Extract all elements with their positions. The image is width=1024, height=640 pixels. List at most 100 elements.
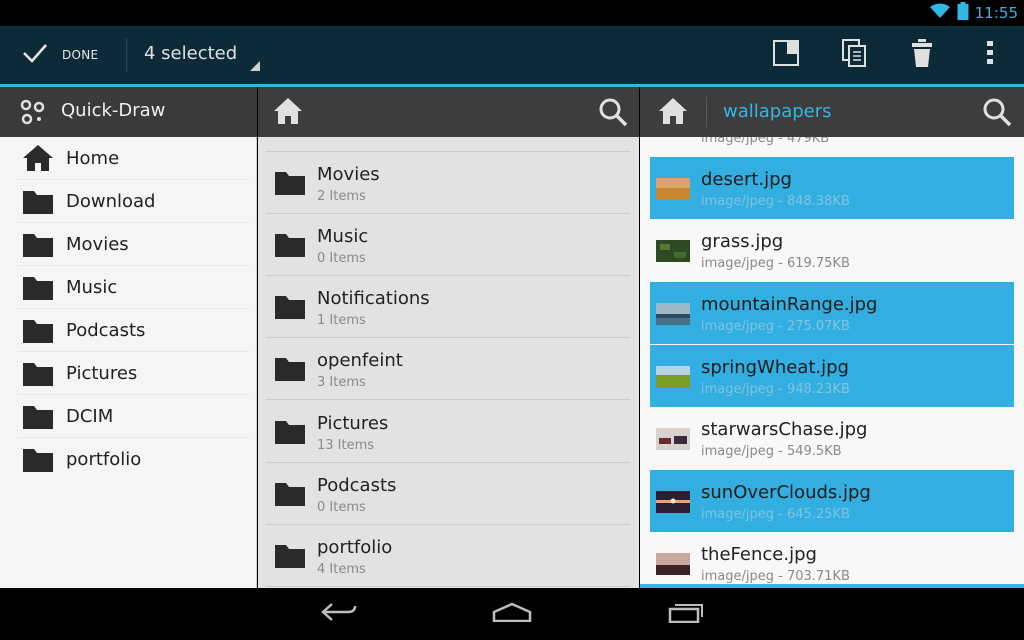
folder-name: openfeint <box>317 350 403 371</box>
system-navigation-bar <box>0 588 1024 640</box>
folder-icon <box>22 316 54 348</box>
image-thumbnail <box>656 366 690 388</box>
list-item[interactable]: Movies 2 Items <box>266 152 630 214</box>
list-item[interactable]: mountainRange.jpg image/jpeg - 275.07KB <box>650 282 1014 344</box>
folder-name: Music <box>317 226 369 247</box>
battery-icon <box>957 2 969 24</box>
file-name: springWheat.jpg <box>701 357 849 378</box>
file-meta: image/jpeg - 645.25KB <box>701 507 850 522</box>
sidebar-item-music[interactable]: Music <box>0 266 256 309</box>
sidebar-item-home[interactable]: Home <box>0 137 256 180</box>
copy-button[interactable] <box>833 34 875 76</box>
list-item[interactable]: theFence.jpg image/jpeg - 703.71KB <box>650 532 1014 588</box>
list-item[interactable]: desert.jpg image/jpeg - 848.38KB <box>650 157 1014 219</box>
sidebar-item-dcim[interactable]: DCIM <box>0 395 256 438</box>
app-title: Quick-Draw <box>61 100 166 121</box>
list-item[interactable]: Pictures 13 Items <box>266 401 630 463</box>
breadcrumb[interactable]: wallapapers <box>723 101 832 122</box>
sidebar-item-label: Pictures <box>66 363 138 384</box>
file-name: grass.jpg <box>701 231 784 252</box>
search-icon[interactable] <box>598 97 628 131</box>
list-item[interactable]: Podcasts 0 Items <box>266 463 630 525</box>
back-icon <box>320 602 358 626</box>
sidebar-item-label: portfolio <box>66 449 142 470</box>
file-name: desert.jpg <box>701 169 792 190</box>
sidebar-item-label: Download <box>66 191 156 212</box>
file-meta: image/jpeg - 275.07KB <box>701 319 850 334</box>
home-outline-icon <box>492 602 532 626</box>
folder-icon <box>274 354 306 386</box>
list-item[interactable]: openfeint 3 Items <box>266 338 630 400</box>
split-pane-icon <box>772 39 800 71</box>
folder-name: Movies <box>317 164 380 185</box>
home-icon[interactable] <box>657 96 689 130</box>
home-icon[interactable] <box>272 96 304 130</box>
copy-icon <box>841 38 867 72</box>
contextual-action-bar: DONE 4 selected <box>0 26 1024 87</box>
home-button[interactable] <box>484 596 540 632</box>
divider <box>706 97 707 127</box>
file-name: mountainRange.jpg <box>701 294 878 315</box>
folder-icon <box>22 402 54 434</box>
sidebar-item-portfolio[interactable]: portfolio <box>0 438 256 481</box>
sidebar-item-download[interactable]: Download <box>0 180 256 223</box>
folder-icon <box>22 230 54 262</box>
overflow-menu-icon <box>987 41 993 69</box>
file-name: theFence.jpg <box>701 544 817 565</box>
image-thumbnail <box>656 553 690 575</box>
file-list: image/jpeg - 479KB desert.jpg image/jpeg… <box>640 137 1024 588</box>
home-icon <box>22 144 54 176</box>
file-name: sunOverClouds.jpg <box>701 482 871 503</box>
sidebar-item-label: DCIM <box>66 406 114 427</box>
back-button[interactable] <box>311 596 367 632</box>
selection-count-dropdown[interactable]: 4 selected <box>144 43 237 64</box>
split-pane-button[interactable] <box>765 34 807 76</box>
file-meta: image/jpeg - 848.38KB <box>701 194 850 209</box>
image-thumbnail <box>656 303 690 325</box>
folder-item-count: 2 Items <box>317 189 366 204</box>
done-label: DONE <box>62 48 99 62</box>
recent-apps-button[interactable] <box>658 596 714 632</box>
list-item[interactable]: sunOverClouds.jpg image/jpeg - 645.25KB <box>650 470 1014 532</box>
folder-item-count: 3 Items <box>317 375 366 390</box>
folder-name: Pictures <box>317 413 389 434</box>
folder-icon <box>22 445 54 477</box>
file-meta: image/jpeg - 703.71KB <box>701 569 850 584</box>
clock: 11:55 <box>974 4 1018 22</box>
list-item[interactable]: starwarsChase.jpg image/jpeg - 549.5KB <box>650 407 1014 469</box>
overflow-menu-button[interactable] <box>969 34 1011 76</box>
list-item[interactable]: springWheat.jpg image/jpeg - 948.23KB <box>650 345 1014 407</box>
folder-icon <box>274 168 306 200</box>
file-name: starwarsChase.jpg <box>701 419 868 440</box>
sidebar-item-podcasts[interactable]: Podcasts <box>0 309 256 352</box>
folder-item-count: 1 Items <box>317 313 366 328</box>
pane2-header <box>258 87 639 137</box>
image-thumbnail <box>656 178 690 200</box>
delete-button[interactable] <box>901 34 943 76</box>
list-item[interactable]: Notifications 1 Items <box>266 276 630 338</box>
app-logo-icon <box>20 99 46 129</box>
sidebar: Home Download Movies Music Podcasts Pict… <box>0 137 257 588</box>
folder-item-count: 13 Items <box>317 438 375 453</box>
folder-name: Notifications <box>317 288 430 309</box>
file-meta: image/jpeg - 948.23KB <box>701 382 850 397</box>
wifi-icon <box>929 3 951 23</box>
list-item[interactable]: Music 0 Items <box>266 214 630 276</box>
folder-icon <box>274 230 306 262</box>
image-thumbnail <box>656 240 690 262</box>
done-button[interactable]: DONE <box>10 32 116 78</box>
folder-icon <box>22 187 54 219</box>
sidebar-item-label: Podcasts <box>66 320 146 341</box>
search-icon[interactable] <box>982 97 1012 131</box>
folder-name: portfolio <box>317 537 393 558</box>
folder-list: Movies 2 Items Music 0 Items Notificatio… <box>258 137 639 588</box>
file-meta: image/jpeg - 549.5KB <box>701 444 842 459</box>
file-meta: image/jpeg - 479KB <box>701 137 830 146</box>
list-item[interactable]: portfolio 4 Items <box>266 525 630 587</box>
sidebar-item-pictures[interactable]: Pictures <box>0 352 256 395</box>
sidebar-item-movies[interactable]: Movies <box>0 223 256 266</box>
folder-item-count: 4 Items <box>317 562 366 577</box>
dropdown-arrow-icon <box>250 61 260 71</box>
list-item[interactable]: grass.jpg image/jpeg - 619.75KB <box>650 219 1014 281</box>
delete-icon <box>911 39 933 71</box>
